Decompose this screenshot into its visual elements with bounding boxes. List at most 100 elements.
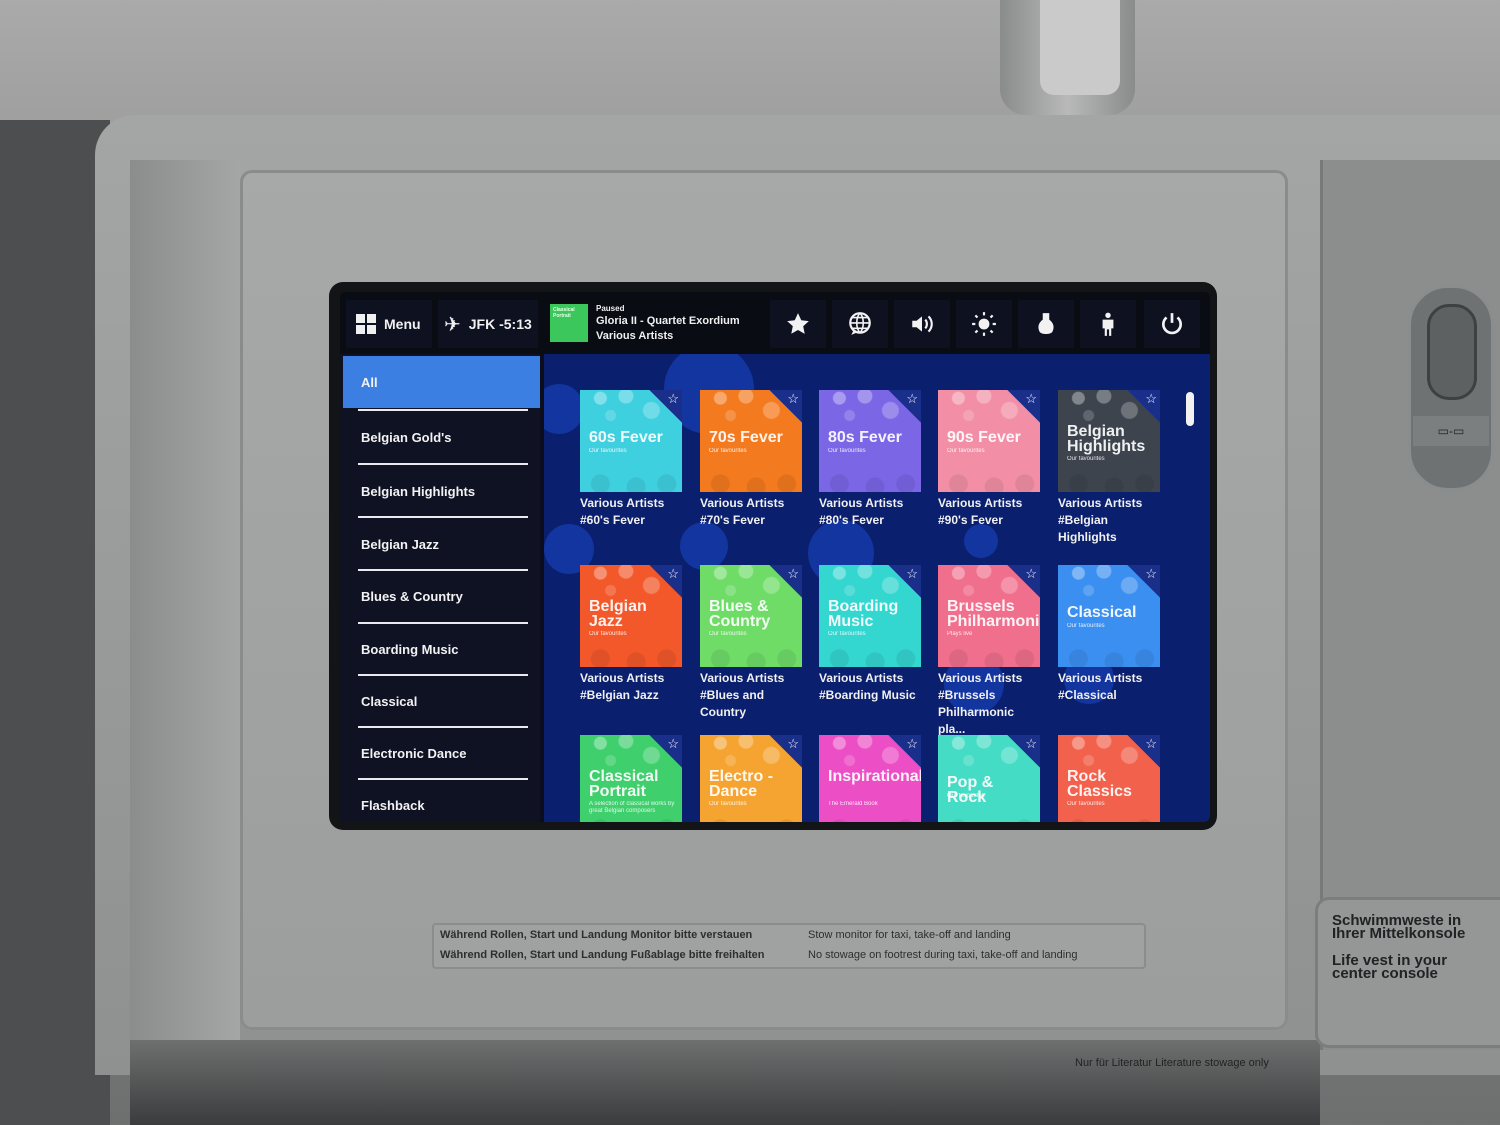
playlist-tile-rock-classics[interactable]: Rock Classics Our favourites ☆ [1058, 735, 1160, 822]
artwork-subtitle: The Emerald Book [828, 801, 878, 807]
playlist-tile-brussels-philharmonic[interactable]: Brussels Philharmonic Plays live ☆ Various … [938, 565, 1040, 738]
volume-button[interactable] [894, 300, 950, 348]
sidebar-item-belgian-jazz[interactable]: Belgian Jazz [343, 518, 540, 570]
artwork-title: Classical [1067, 604, 1137, 621]
favourites-button[interactable] [770, 300, 826, 348]
playlist-artwork: 70s Fever Our favourites ☆ [700, 390, 802, 492]
playlist-meta: Various Artists #Classical [1058, 670, 1160, 704]
playlist-tile-classical-portrait[interactable]: Classical Portrait A selection of classic… [580, 735, 682, 822]
playlist-tile-classical[interactable]: Classical Our favourites ☆ Various Artists #… [1058, 565, 1160, 704]
favourite-star-icon[interactable]: ☆ [1025, 566, 1037, 582]
artwork-subtitle: Our favourites [709, 631, 747, 637]
favourite-star-icon[interactable]: ☆ [787, 736, 799, 752]
flight-info-button[interactable]: ✈ JFK -5:13 [438, 300, 538, 348]
playlist-artist: Various Artists [1058, 671, 1143, 685]
favourite-star-icon[interactable]: ☆ [1025, 391, 1037, 407]
artwork-title: Brussels Philharmonic [947, 598, 1040, 630]
playlist-tile-inspirational[interactable]: Inspirational The Emerald Book ☆ [819, 735, 921, 822]
now-playing-artist: Various Artists [596, 330, 674, 342]
favourite-star-icon[interactable]: ☆ [906, 566, 918, 582]
favourite-star-icon[interactable]: ☆ [906, 736, 918, 752]
sidebar-item-label: Belgian Jazz [361, 536, 440, 552]
playlist-meta: Various Artists #Brussels Philharmonic pl… [938, 670, 1040, 738]
playlist-tile-electro-dance[interactable]: Electro - Dance Our favourites ☆ [700, 735, 802, 822]
volume-icon [912, 315, 933, 333]
playlist-artist: Various Artists [819, 496, 904, 510]
reading-light-icon [1038, 313, 1054, 335]
power-button[interactable] [1144, 300, 1200, 348]
attendant-call-icon [1102, 312, 1114, 336]
playlist-tile-70s-fever[interactable]: 70s Fever Our favourites ☆ Various Artists #… [700, 390, 802, 529]
sidebar-item-blues-country[interactable]: Blues & Country [343, 570, 540, 622]
playlist-tile-blues-country[interactable]: Blues & Country Our favourites ☆ Various Ar… [700, 565, 802, 721]
playlist-artwork: Classical Our favourites ☆ [1058, 565, 1160, 667]
life-vest-placard: Schwimmweste in Ihrer Mittelkonsole Life… [1315, 897, 1500, 1048]
scrollbar[interactable] [1186, 392, 1194, 426]
now-playing[interactable]: Classical Portrait Paused Gloria II - Qu… [550, 304, 770, 348]
flight-time-remaining: JFK -5:13 [468, 316, 532, 332]
sidebar-item-label: Belgian Highlights [361, 483, 476, 499]
brightness-icon [972, 312, 996, 336]
artwork-title: Blues & Country [709, 598, 771, 630]
sticker-text-en: No stowage on footrest during taxi, take… [808, 949, 1078, 961]
playlist-artist: Various Artists [580, 496, 665, 510]
sidebar-item-label: All [361, 374, 378, 390]
sidebar-item-electronic-dance[interactable]: Electronic Dance [343, 727, 540, 779]
sidebar-item-belgian-golds[interactable]: Belgian Gold's [343, 411, 540, 463]
playlist-artwork: Electro - Dance Our favourites ☆ [700, 735, 802, 822]
playlist-tile-boarding-music[interactable]: Boarding Music Our favourites ☆ Various Art… [819, 565, 921, 704]
favourite-star-icon[interactable]: ☆ [1145, 566, 1157, 582]
brightness-button[interactable] [956, 300, 1012, 348]
playlist-grid: 60s Fever Our favourites ☆ Various Artists #… [544, 354, 1210, 822]
artwork-title: Rock Classics [1067, 768, 1132, 800]
sidebar-item-flashback[interactable]: Flashback [343, 779, 540, 822]
favourite-star-icon[interactable]: ☆ [1145, 391, 1157, 407]
latch-knob[interactable] [1427, 304, 1477, 400]
favourite-star-icon[interactable]: ☆ [667, 391, 679, 407]
decor-bubble [680, 522, 728, 570]
artwork-subtitle: Plays live [947, 631, 973, 637]
playlist-tile-60s-fever[interactable]: 60s Fever Our favourites ☆ Various Artists #… [580, 390, 682, 529]
playlist-tile-pop-rock[interactable]: Pop & Rock Our favourites ☆ [938, 735, 1040, 822]
artwork-title: Belgian Jazz [589, 598, 647, 630]
artwork-title: Pop & Rock [947, 774, 994, 806]
now-playing-title: Gloria II - Quartet Exordium [596, 315, 740, 327]
language-button[interactable] [832, 300, 888, 348]
artwork-title: Belgian Highlights [1067, 423, 1146, 455]
favourite-star-icon[interactable]: ☆ [787, 566, 799, 582]
playlist-artwork: 60s Fever Our favourites ☆ [580, 390, 682, 492]
playlist-artwork: 80s Fever Our favourites ☆ [819, 390, 921, 492]
playlist-tag: #Boarding Music [819, 688, 916, 702]
playlist-tile-80s-fever[interactable]: 80s Fever Our favourites ☆ Various Artists #… [819, 390, 921, 529]
decor-bubble [544, 384, 584, 434]
sidebar-item-belgian-highlights[interactable]: Belgian Highlights [343, 465, 540, 517]
monitor-release-latch[interactable]: ▭‐▭ [1408, 285, 1494, 491]
artwork-subtitle: Our favourites [828, 631, 866, 637]
sidebar-item-classical[interactable]: Classical [343, 675, 540, 727]
attendant-call-button[interactable] [1080, 300, 1136, 348]
playlist-artwork: Inspirational The Emerald Book ☆ [819, 735, 921, 822]
ife-screen: Menu ✈ JFK -5:13 Classical Portrait Paus… [340, 292, 1210, 822]
favourite-star-icon[interactable]: ☆ [1145, 736, 1157, 752]
sidebar-item-all[interactable]: All [343, 356, 540, 408]
category-sidebar: All Belgian Gold's Belgian Highlights Be… [340, 354, 540, 822]
artwork-subtitle: Our favourites [709, 448, 747, 454]
favourite-star-icon[interactable]: ☆ [787, 391, 799, 407]
playlist-artist: Various Artists [1058, 496, 1143, 510]
artwork-subtitle: Our favourites [947, 793, 985, 799]
airplane-icon: ✈ [444, 313, 461, 336]
favourite-star-icon[interactable]: ☆ [1025, 736, 1037, 752]
favourite-star-icon[interactable]: ☆ [906, 391, 918, 407]
playlist-meta: Various Artists #Blues and Country [700, 670, 802, 721]
playlist-tile-belgian-jazz[interactable]: Belgian Jazz Our favourites ☆ Various Artis… [580, 565, 682, 704]
playlist-tile-belgian-highlights[interactable]: Belgian Highlights Our favourites ☆ Various… [1058, 390, 1160, 546]
favourite-star-icon[interactable]: ☆ [667, 736, 679, 752]
reading-light-button[interactable] [1018, 300, 1074, 348]
playlist-tile-90s-fever[interactable]: 90s Fever Our favourites ☆ Various Artists #… [938, 390, 1040, 529]
sidebar-item-boarding-music[interactable]: Boarding Music [343, 623, 540, 675]
decor-bubble [964, 524, 998, 558]
sticker-text-de: Während Rollen, Start und Landung Fußabl… [440, 949, 765, 961]
menu-button[interactable]: Menu [346, 300, 432, 348]
favourite-star-icon[interactable]: ☆ [667, 566, 679, 582]
artwork-subtitle: Our favourites [828, 448, 866, 454]
